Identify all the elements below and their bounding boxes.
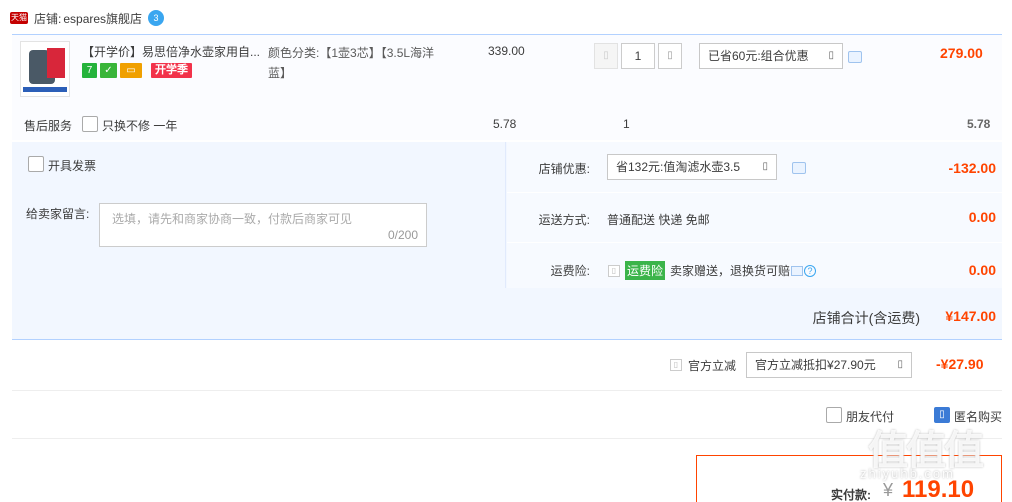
seven-day-return-icon[interactable]: 7 — [82, 63, 97, 78]
dropdown-icon: ▯ — [762, 161, 768, 172]
message-placeholder: 选填，请先和商家协商一致，付款后商家可见 — [112, 212, 353, 226]
official-discount-row: ▯ 官方立减 官方立减抵扣¥27.90元 ▯ — [670, 352, 913, 378]
sku-info: 颜色分类:【1壶3芯】【3.5L海洋蓝】 — [268, 43, 448, 83]
shipping-label: 运送方式: — [538, 213, 590, 227]
insurance-text: 卖家赠送，退换货可赔 — [670, 264, 791, 278]
dropdown-icon: ▯ — [828, 50, 834, 61]
watermark-url: zhiyuhb.com — [860, 466, 955, 481]
comment-icon[interactable] — [792, 162, 806, 174]
shop-name-link[interactable]: espares旗舰店 — [63, 10, 142, 27]
service-option: 只换不修 一年 — [102, 119, 178, 133]
invoice-label: 开具发票 — [48, 159, 97, 173]
left-column: 开具发票 给卖家留言: 选填，请先和商家协商一致，付款后商家可见 0/200 — [12, 142, 506, 288]
service-total: 5.78 — [967, 117, 991, 131]
service-qty: 1 — [623, 117, 630, 131]
message-counter: 0/200 — [387, 228, 418, 242]
shop-promo-select[interactable]: 省132元:值淘滤水壶3.5 ▯ — [607, 154, 777, 180]
insurance-icon: ▯ — [608, 264, 620, 277]
sku-label: 颜色分类: — [268, 46, 320, 60]
shop-label: 店铺: — [34, 11, 62, 26]
decrease-button[interactable]: ▯ — [594, 43, 618, 69]
message-label: 给卖家留言: — [26, 207, 90, 221]
subtotal-label: 店铺合计(含运费) — [812, 310, 920, 326]
quantity-stepper[interactable]: ▯ 1 ▯ — [594, 43, 682, 69]
help-icon[interactable]: ? — [804, 264, 817, 277]
order-extras: 开具发票 给卖家留言: 选填，请先和商家协商一致，付款后商家可见 0/200 店… — [12, 142, 1002, 340]
product-thumbnail[interactable] — [20, 41, 70, 97]
official-discount-amount: -¥27.90 — [936, 356, 984, 372]
unit-price: 339.00 — [488, 44, 525, 58]
item-promo-select[interactable]: 已省60元:组合优惠 ▯ — [699, 43, 843, 69]
shipping-amount: 0.00 — [968, 209, 996, 225]
shop-header: 天猫 店铺: espares旗舰店 3 — [10, 8, 165, 28]
service-checkbox[interactable] — [82, 116, 98, 132]
insurance-row: ▯ 运费险 卖家赠送，退换货可赔 ? — [608, 261, 817, 280]
service-label: 售后服务 — [24, 119, 73, 133]
currency-symbol: ¥ — [883, 480, 894, 500]
wangwang-chat-icon[interactable]: 3 — [148, 10, 165, 26]
service-price: 5.78 — [493, 117, 517, 131]
product-badges: 7 ✓ ▭ 开学季 — [82, 63, 192, 78]
order-item: 【开学价】易思倍净水壶家用自... 7 ✓ ▭ 开学季 颜色分类:【1壶3芯】【… — [12, 34, 1002, 140]
invoice-checkbox[interactable] — [28, 156, 44, 172]
shop-promo-amount: -132.00 — [948, 160, 996, 176]
insurance-tag: 运费险 — [625, 261, 666, 280]
dropdown-icon: ▯ — [897, 359, 904, 370]
subtotal-value: ¥147.00 — [945, 308, 996, 324]
official-discount-icon: ▯ — [670, 359, 682, 371]
promo-badge: 开学季 — [151, 63, 192, 78]
message-textarea[interactable]: 选填，请先和商家协商一致，付款后商家可见 0/200 — [99, 203, 427, 247]
box-image — [47, 48, 65, 78]
insurance-amount: 0.00 — [968, 262, 996, 278]
item-total: 279.00 — [940, 45, 983, 61]
credit-card-icon[interactable]: ▭ — [120, 63, 142, 78]
banner-strip — [23, 87, 67, 92]
payment-label: 实付款: — [831, 488, 871, 502]
increase-button[interactable]: ▯ — [658, 43, 682, 69]
quantity-input[interactable]: 1 — [621, 43, 655, 69]
insurance-label: 运费险: — [550, 264, 590, 278]
official-discount-label: 官方立减 — [688, 358, 737, 373]
divider — [507, 192, 1002, 193]
guarantee-icon[interactable]: ✓ — [100, 63, 117, 78]
shop-promo-value: 省132元:值淘滤水壶3.5 — [616, 160, 741, 174]
official-discount-select[interactable]: 官方立减抵扣¥27.90元 ▯ — [746, 352, 913, 378]
divider — [12, 438, 1002, 439]
divider — [507, 242, 1002, 243]
friend-pay-checkbox[interactable] — [826, 407, 842, 423]
comment-icon[interactable] — [848, 51, 862, 63]
divider — [12, 390, 1002, 391]
shop-promo-label: 店铺优惠: — [538, 162, 590, 176]
tmall-logo: 天猫 — [10, 12, 28, 24]
product-title-link[interactable]: 【开学价】易思倍净水壶家用自... — [82, 43, 272, 61]
comment-icon[interactable] — [791, 265, 804, 276]
official-discount-value: 官方立减抵扣¥27.90元 — [755, 358, 876, 372]
item-promo-value: 已省60元:组合优惠 — [708, 49, 809, 63]
shipping-value: 普通配送 快递 免邮 — [607, 213, 710, 227]
